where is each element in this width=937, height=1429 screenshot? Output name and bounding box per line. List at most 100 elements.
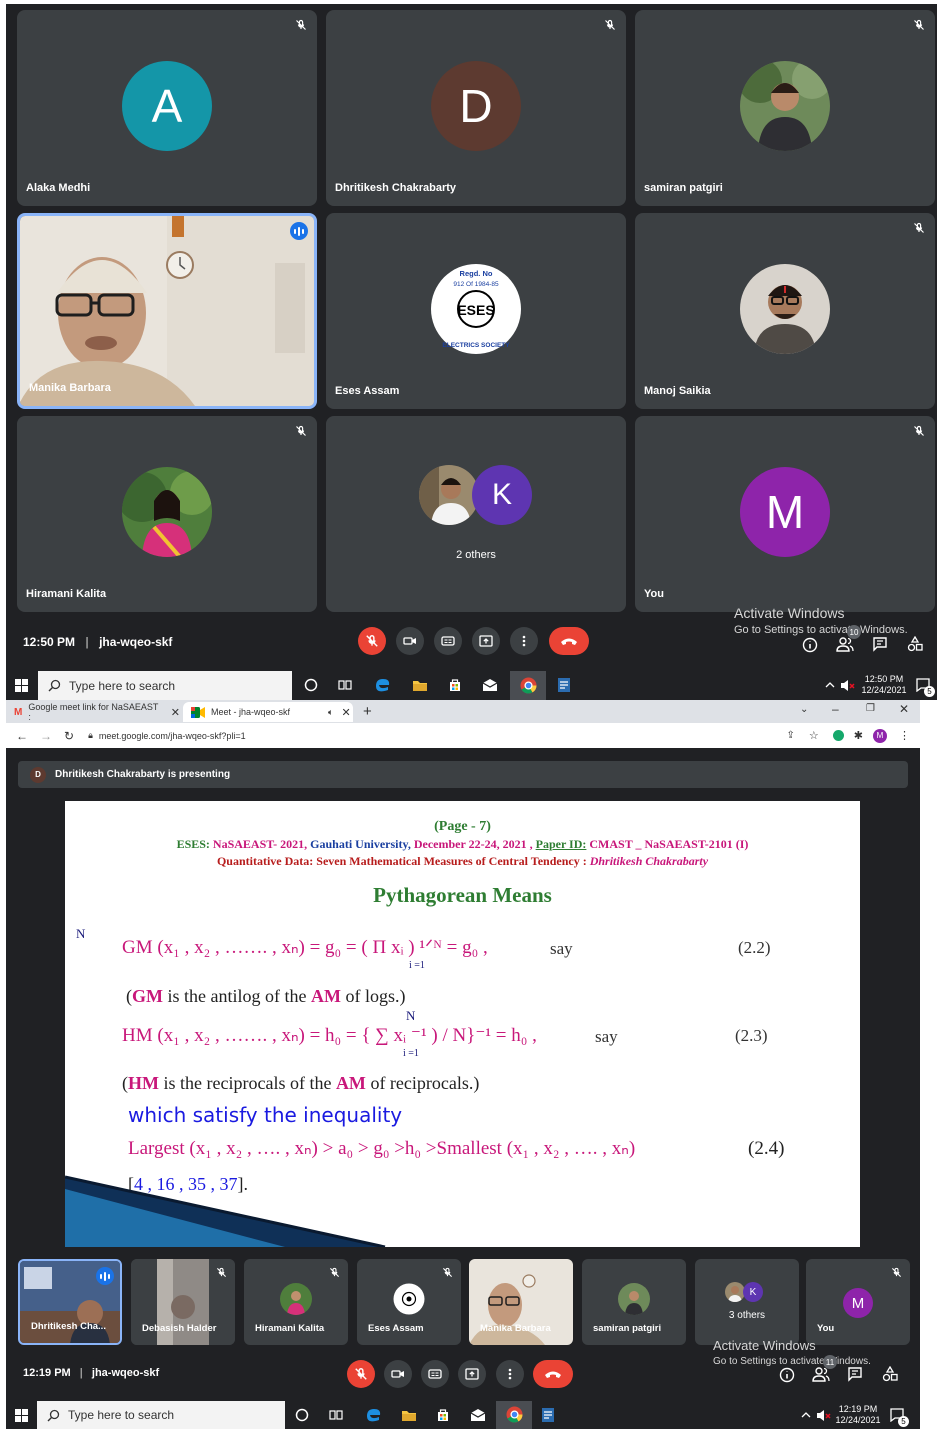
cortana-icon[interactable] <box>304 678 318 692</box>
search-icon <box>48 679 61 692</box>
windows-start-icon[interactable] <box>15 1409 28 1422</box>
camera-toggle-button[interactable] <box>396 627 424 655</box>
camera-toggle-button[interactable] <box>384 1360 412 1388</box>
more-options-button[interactable] <box>496 1360 524 1388</box>
edge-icon[interactable] <box>365 1407 381 1423</box>
meet-window-top: A Alaka Medhi D Dhritikesh Chakrabarty s… <box>6 4 937 700</box>
more-options-button[interactable] <box>510 627 538 655</box>
notes-app-icon[interactable] <box>556 677 572 693</box>
strip-tile[interactable]: Hiramani Kalita <box>244 1259 348 1345</box>
present-button[interactable] <box>472 627 500 655</box>
address-bar-row: ← → ↻ 🔒︎ meet.google.com/jha-wqeo-skf?pl… <box>6 723 920 748</box>
restore-button[interactable]: ❐ <box>866 703 875 714</box>
store-icon[interactable] <box>447 677 463 693</box>
taskbar-active-app[interactable] <box>496 1401 532 1429</box>
strip-tile[interactable]: Debasish Halder <box>131 1259 235 1345</box>
strip-tile[interactable]: Eses Assam <box>357 1259 461 1345</box>
participant-name: Eses Assam <box>368 1323 424 1334</box>
equation-number: (2.4) <box>748 1138 785 1159</box>
strip-tile-self[interactable]: M You <box>806 1259 910 1345</box>
extensions-puzzle-icon[interactable]: ✱ <box>854 729 863 742</box>
equation-number: (2.2) <box>738 938 771 957</box>
activities-icon[interactable] <box>882 1366 898 1382</box>
mic-toggle-button[interactable] <box>347 1360 375 1388</box>
tab-google-meet-link[interactable]: M Google meet link for NaSAEAST : ✕ <box>14 702 180 722</box>
participant-tile[interactable]: Manoj Saikia <box>635 213 935 409</box>
captions-button[interactable] <box>434 627 462 655</box>
taskbar-search[interactable]: Type here to search <box>38 671 292 700</box>
close-icon[interactable]: ✕ <box>341 706 350 719</box>
tab-label: Google meet link for NaSAEAST : <box>28 702 159 722</box>
participant-tile-others[interactable]: K 2 others <box>326 416 626 612</box>
mic-off-icon <box>605 19 615 30</box>
taskbar-active-app[interactable] <box>510 671 546 700</box>
info-icon[interactable] <box>802 637 818 653</box>
windows-start-icon[interactable] <box>15 679 28 692</box>
task-view-icon[interactable] <box>338 678 352 692</box>
logo-ring-text: ELECTRICS SOCIETY <box>442 342 510 349</box>
cortana-icon[interactable] <box>295 1408 309 1422</box>
inequality-formula: Largest (x₁ , x₂ , …. , xₙ) > a₀ > g₀ >h… <box>128 1138 636 1159</box>
file-explorer-icon[interactable] <box>412 677 428 693</box>
strip-tile-others[interactable]: K 3 others <box>695 1259 799 1345</box>
participant-tile[interactable]: D Dhritikesh Chakrabarty <box>326 10 626 206</box>
participant-tile[interactable]: ESES Regd. No 912 Of 1984-85 ELECTRICS S… <box>326 213 626 409</box>
forward-arrow-icon[interactable]: → <box>40 729 52 743</box>
file-explorer-icon[interactable] <box>401 1407 417 1423</box>
speaker-muted-icon[interactable] <box>816 1409 832 1422</box>
present-button[interactable] <box>458 1360 486 1388</box>
info-icon[interactable] <box>779 1367 795 1383</box>
participant-name: Hiramani Kalita <box>26 588 107 600</box>
speaker-muted-icon[interactable] <box>840 679 856 692</box>
mail-icon[interactable] <box>470 1408 486 1422</box>
tab-meet[interactable]: Meet - jha-wqeo-skf 🔈︎ ✕ <box>183 702 353 722</box>
menu-kebab-icon[interactable]: ⋮ <box>899 729 910 742</box>
taskbar-search[interactable]: Type here to search <box>37 1401 285 1429</box>
avatar-photo <box>122 467 212 557</box>
participant-tile-self[interactable]: M You <box>635 416 935 612</box>
others-label: 3 others <box>728 1310 766 1321</box>
back-arrow-icon[interactable]: ← <box>16 729 28 743</box>
camera-icon <box>403 637 416 645</box>
chevron-up-icon[interactable] <box>825 681 835 689</box>
minimize-button[interactable]: – <box>832 702 839 716</box>
activities-icon[interactable] <box>907 636 923 652</box>
end-call-button[interactable] <box>533 1360 573 1388</box>
audio-playing-icon[interactable]: 🔈︎ <box>328 707 333 718</box>
slide-page-number: (Page - 7) <box>434 819 491 834</box>
chat-icon[interactable] <box>872 636 888 652</box>
hm-formula: HM (x₁ , x₂ , ……. , xₙ) = h₀ = { ∑ xᵢ ⁻¹… <box>122 1025 537 1046</box>
mic-toggle-button[interactable] <box>358 627 386 655</box>
chevron-down-icon[interactable]: ⌄ <box>800 704 808 715</box>
url-input[interactable]: meet.google.com/jha-wqeo-skf?pli=1 <box>99 731 246 741</box>
participant-tile[interactable]: Hiramani Kalita <box>17 416 317 612</box>
grammarly-extension-icon[interactable] <box>832 730 844 741</box>
more-vert-icon <box>522 635 526 647</box>
hm-note: (HM is the reciprocals of the AM of reci… <box>122 1073 480 1093</box>
captions-button[interactable] <box>421 1360 449 1388</box>
chat-icon[interactable] <box>847 1366 863 1382</box>
strip-tile-active-speaker[interactable]: Dhritikesh Cha... <box>18 1259 122 1345</box>
notes-app-icon[interactable] <box>540 1407 556 1423</box>
participant-tile-active-speaker[interactable]: Manika Barbara <box>17 213 317 409</box>
mail-icon[interactable] <box>482 678 498 692</box>
window-close-button[interactable]: ✕ <box>899 702 909 716</box>
strip-tile[interactable]: Manika Barbara <box>469 1259 573 1345</box>
edge-icon[interactable] <box>374 677 390 693</box>
task-view-icon[interactable] <box>329 1408 343 1422</box>
share-icon[interactable]: ⇪ <box>787 730 795 741</box>
participant-tile[interactable]: samiran patgiri <box>635 10 935 206</box>
bookmark-star-icon[interactable]: ☆ <box>809 729 819 742</box>
participant-tile[interactable]: A Alaka Medhi <box>17 10 317 206</box>
profile-avatar[interactable]: M <box>873 728 887 743</box>
chevron-up-icon[interactable] <box>801 1411 811 1419</box>
store-icon[interactable] <box>435 1407 451 1423</box>
strip-tile[interactable]: samiran patgiri <box>582 1259 686 1345</box>
avatar-photo <box>725 1282 745 1302</box>
new-tab-button[interactable]: + <box>363 703 372 720</box>
end-call-button[interactable] <box>549 627 589 655</box>
reload-icon[interactable]: ↻ <box>64 729 74 743</box>
captions-icon <box>441 636 455 646</box>
close-icon[interactable]: ✕ <box>171 706 180 719</box>
meet-control-bar: 12:19 PM | jha-wqeo-skf Activate Windows… <box>6 1338 920 1396</box>
